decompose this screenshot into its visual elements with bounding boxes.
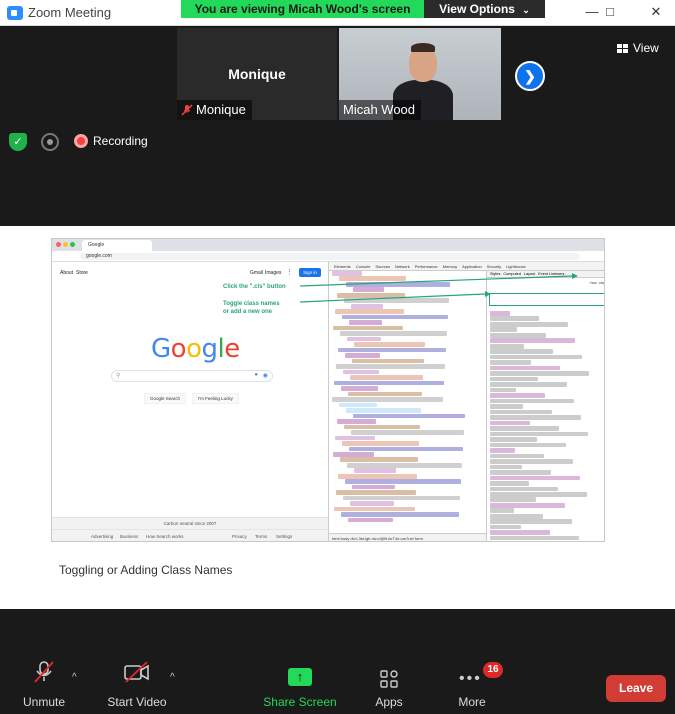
apps-icon [380, 670, 398, 688]
caret-up-icon[interactable]: ^ [170, 672, 175, 683]
screen-share-banner: You are viewing Micah Wood's screen [181, 0, 424, 18]
unmute-label: Unmute [22, 695, 66, 709]
share-arrow-icon: ↑ [288, 668, 312, 686]
start-video-button[interactable]: Start Video [104, 660, 170, 710]
recording-dot-icon [74, 134, 88, 148]
close-icon[interactable]: ✕ [646, 3, 666, 21]
security-shield-icon[interactable]: ✓ [9, 133, 27, 151]
style-line [490, 541, 528, 542]
share-screen-button[interactable]: ↑ Share Screen [262, 664, 338, 710]
unmute-button[interactable]: Unmute [18, 660, 70, 710]
arrow-line [299, 293, 486, 303]
more-label: More [458, 695, 486, 709]
more-dots-icon: ••• [459, 670, 482, 687]
live-transcript-icon[interactable] [41, 133, 59, 151]
apps-label: Apps [375, 695, 403, 709]
next-page-button[interactable]: ❯ [515, 61, 545, 91]
shared-screen: Google google.com About Store Gmail Imag… [0, 226, 675, 609]
muted-mic-icon [34, 661, 54, 683]
video-strip: Monique Monique Micah Wood ❯ View ✓ Reco… [0, 26, 675, 226]
participant-label-text: Monique [196, 102, 246, 117]
arrow-line [299, 275, 573, 287]
chevron-down-icon: ⌄ [522, 5, 530, 15]
video-off-icon [124, 661, 149, 683]
window-title: Zoom Meeting [28, 5, 112, 20]
start-video-label: Start Video [107, 695, 167, 709]
slide-caption: Toggling or Adding Class Names [59, 563, 233, 577]
muted-mic-icon [181, 104, 193, 116]
share-screen-label: Share Screen [263, 695, 337, 709]
recording-indicator[interactable]: Recording [74, 134, 148, 148]
view-options-button[interactable]: View Options ⌄ [424, 0, 545, 18]
view-button[interactable]: View [617, 38, 659, 58]
annotation-arrows [299, 273, 578, 303]
leave-button[interactable]: Leave [606, 675, 666, 702]
shared-slide: Google google.com About Store Gmail Imag… [51, 238, 605, 542]
participant-label: Micah Wood [339, 100, 422, 120]
view-label: View [633, 41, 659, 55]
grid-icon [617, 43, 628, 53]
participant-tile-monique[interactable]: Monique Monique [177, 28, 337, 120]
view-options-label: View Options [439, 2, 515, 16]
minimize-icon[interactable]: — [582, 3, 602, 21]
participant-label: Monique [177, 100, 252, 120]
arrow-head [572, 273, 578, 279]
arrow-head [485, 291, 491, 297]
participant-label-text: Micah Wood [343, 102, 416, 117]
apps-button[interactable]: Apps [368, 664, 410, 710]
maximize-icon[interactable]: □ [600, 3, 620, 21]
more-badge: 16 [483, 662, 503, 678]
participant-tile-micah-wood[interactable]: Micah Wood [339, 28, 501, 120]
caret-up-icon[interactable]: ^ [72, 672, 77, 683]
zoom-camera-icon [7, 6, 23, 20]
recording-label: Recording [93, 134, 148, 148]
participant-name-big: Monique [228, 66, 286, 82]
